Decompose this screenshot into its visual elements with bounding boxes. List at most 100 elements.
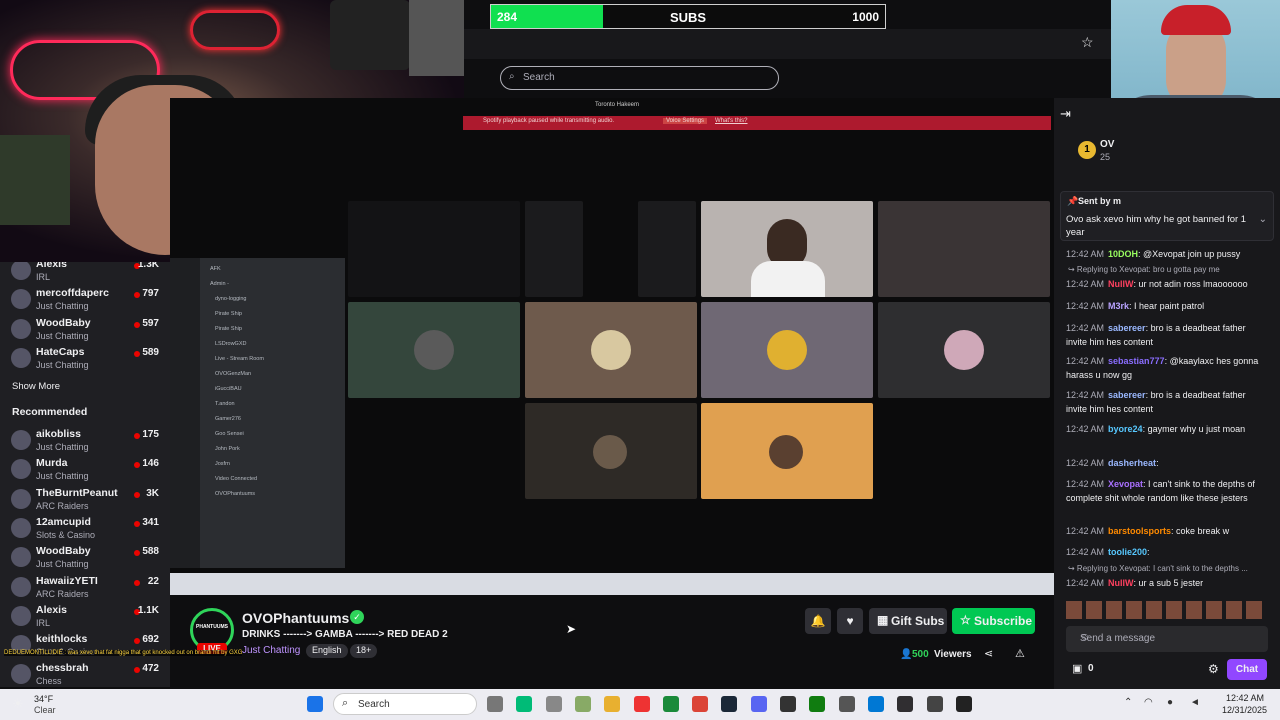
file-explorer-icon[interactable] — [604, 696, 621, 712]
notification-bell-icon[interactable]: 🔔 — [805, 608, 831, 634]
settings-icon[interactable] — [545, 696, 562, 712]
chat-message[interactable]: 12:42 AM barstoolsports: coke break w — [1066, 525, 1266, 539]
mic-icon[interactable]: ● — [1167, 697, 1173, 708]
chat-timestamp: 12:42 AM — [1066, 301, 1105, 311]
chat-username[interactable]: NullW — [1108, 279, 1134, 289]
discord-channel-item: T.andon — [215, 401, 235, 407]
start-icon[interactable] — [307, 696, 323, 712]
edge-icon[interactable] — [516, 696, 533, 712]
chat-message[interactable]: 12:42 AM sabereer: bro is a deadbeat fath… — [1066, 322, 1266, 349]
chat-username[interactable]: 10DOH — [1108, 249, 1138, 259]
chat-username[interactable]: M3rk — [1108, 301, 1129, 311]
stream-video[interactable]: Toronto Hakeem Spotify playback paused w… — [170, 98, 1054, 595]
taskbar-search[interactable]: ⌕ Search — [333, 693, 477, 715]
chat-message[interactable]: 12:42 AM NullW: ur a sub 5 jester — [1066, 577, 1266, 591]
chrome-icon[interactable] — [692, 696, 709, 712]
sidebar-channel-murda[interactable]: Murda Just Chatting 146 — [0, 455, 170, 484]
sidebar-channel-hawaiizyeti[interactable]: HawaiizYETI ARC Raiders 22 — [0, 573, 170, 602]
volume-icon[interactable]: ◄ — [1190, 697, 1200, 708]
sidebar-channel-woodbaby[interactable]: WoodBaby Just Chatting 588 — [0, 543, 170, 572]
chat-username[interactable]: sabereer — [1108, 390, 1146, 400]
chat-username[interactable]: byore24 — [1108, 424, 1143, 434]
pinned-text: Ovo ask xevo him why he got banned for 1… — [1066, 214, 1247, 238]
search-input[interactable]: ⌕ Search — [500, 66, 779, 90]
chat-username[interactable]: NullW — [1108, 578, 1134, 588]
tray-chevron-icon[interactable]: ⌃ — [1124, 697, 1132, 708]
sidebar-channel-hatecaps[interactable]: HateCaps Just Chatting 589 — [0, 344, 170, 373]
network-icon[interactable]: ◠ — [1144, 697, 1153, 708]
task-view-icon[interactable] — [487, 696, 503, 712]
viewer-count: 341 — [142, 516, 159, 528]
xbox-icon[interactable] — [809, 696, 826, 712]
video-tile — [525, 403, 697, 499]
gift-subs-label: Gift Subs — [891, 614, 945, 628]
star-icon[interactable]: ☆ — [1081, 34, 1094, 51]
channel-game: Chess — [36, 676, 62, 687]
chat-username[interactable]: sabereer — [1108, 323, 1146, 333]
discord-notice-text: Spotify playback paused while transmitti… — [483, 118, 615, 124]
weather-temp: 34°F — [34, 694, 54, 704]
video-tile — [878, 201, 1050, 297]
chat-timestamp: 12:42 AM — [1066, 547, 1105, 557]
tag-mature[interactable]: 18+ — [350, 644, 378, 658]
sidebar-channel-chessbrah[interactable]: chessbrah Chess 472 — [0, 660, 170, 687]
chat-username[interactable]: sebastian777 — [1108, 356, 1165, 366]
follow-heart-icon[interactable]: ♥ — [837, 608, 863, 634]
emote-bar[interactable] — [1066, 601, 1266, 619]
report-icon[interactable]: ⚠ — [1015, 647, 1025, 660]
apps-icon[interactable] — [838, 696, 855, 712]
sidebar-channel-aikobliss[interactable]: aikobliss Just Chatting 175 — [0, 426, 170, 455]
channel-points-icon[interactable]: ▣ — [1072, 662, 1082, 675]
chat-username[interactable]: barstoolsports — [1108, 526, 1171, 536]
share-icon[interactable]: ⋖ — [984, 647, 993, 660]
discord-channel-item: OVOPhantuums — [215, 491, 256, 497]
collapse-chat-icon[interactable]: ⇥ — [1060, 106, 1071, 122]
media-icon[interactable] — [926, 696, 943, 712]
chat-message[interactable]: 12:42 AM sebastian777: @kaaylaxc hes gonn… — [1066, 355, 1266, 382]
sidebar-channel-theburntpeanut[interactable]: TheBurntPeanut ARC Raiders 3K — [0, 485, 170, 514]
sidebar-channel-woodbaby[interactable]: WoodBaby Just Chatting 597 — [0, 315, 170, 344]
unreal-icon[interactable] — [955, 696, 972, 712]
nav-bar: ☆ — [464, 29, 1111, 59]
chat-message[interactable]: 12:42 AM dasherheat: — [1066, 457, 1266, 471]
chat-message[interactable]: 12:42 AM NullW: ur not adin ross lmaooooo… — [1066, 278, 1266, 292]
sidebar-channel-alexis[interactable]: Alexis IRL 1.3K — [0, 262, 170, 285]
pinned-message[interactable]: 📌 Sent by m Ovo ask xevo him why he got … — [1060, 191, 1274, 241]
chat-username[interactable]: toolie200 — [1108, 547, 1147, 557]
chat-send-button[interactable]: Chat — [1227, 659, 1267, 680]
chat-message[interactable]: 12:42 AM byore24: gaymer why u just moan — [1066, 423, 1266, 437]
sidebar-channel-alexis[interactable]: Alexis IRL 1.1K — [0, 602, 170, 631]
whats-this-link[interactable]: What's this? — [715, 118, 748, 124]
chat-message[interactable]: 12:42 AM sabereer: bro is a deadbeat fath… — [1066, 389, 1266, 416]
viewer-count: 589 — [142, 346, 159, 358]
music-icon[interactable] — [633, 696, 650, 712]
stream-category[interactable]: Just Chatting — [242, 645, 300, 656]
channel-name[interactable]: OVOPhantuums — [242, 610, 349, 626]
weather-desc: Clear — [34, 705, 56, 715]
chat-input[interactable]: Send a message ☺ — [1066, 626, 1268, 652]
chevron-down-icon[interactable]: ⌄ — [1259, 214, 1267, 225]
spreadsheet-icon[interactable] — [662, 696, 679, 712]
chat-message[interactable]: 12:42 AM 10DOH: @Xevopat join up pussy — [1066, 248, 1266, 262]
sidebar-channel-mercoffdaperc[interactable]: mercoffdaperc Just Chatting 797 — [0, 285, 170, 314]
obs-icon[interactable] — [897, 696, 914, 712]
gift-subs-button[interactable]: ▦ Gift Subs — [869, 608, 947, 634]
chat-username[interactable]: dasherheat — [1108, 458, 1156, 468]
chat-message[interactable]: 12:42 AM Xevopat: I can't sink to the dep… — [1066, 478, 1266, 505]
subscribe-button[interactable]: ☆ Subscribe — [952, 608, 1035, 634]
sidebar-channel-12amcupid[interactable]: 12amcupid Slots & Casino 341 — [0, 514, 170, 543]
steam-icon[interactable] — [721, 696, 738, 712]
chat-settings-icon[interactable]: ⚙ — [1208, 662, 1219, 676]
show-more-link[interactable]: Show More — [12, 381, 60, 392]
neon-sign — [190, 10, 280, 50]
chat-message[interactable]: 12:42 AM toolie200: — [1066, 546, 1266, 560]
emote-picker-icon[interactable]: ☺ — [1080, 632, 1260, 643]
tag-language[interactable]: English — [306, 644, 348, 658]
photos-icon[interactable] — [867, 696, 884, 712]
discord-icon[interactable] — [750, 696, 767, 712]
chat-username[interactable]: Xevopat — [1108, 479, 1143, 489]
voice-settings-button[interactable]: Voice Settings — [663, 118, 708, 124]
chat-message[interactable]: 12:42 AM M3rk: I hear paint patrol — [1066, 300, 1266, 314]
copilot-icon[interactable] — [574, 696, 591, 712]
arrow-icon[interactable] — [780, 696, 796, 712]
